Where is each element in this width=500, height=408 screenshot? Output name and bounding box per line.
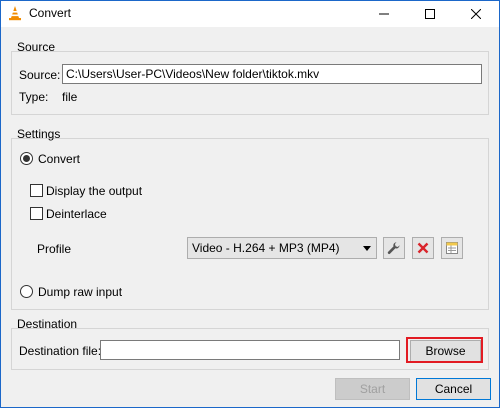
chevron-down-icon <box>363 246 371 251</box>
convert-dialog: Convert Source Source: C:\Users\User-PC\… <box>0 0 500 408</box>
edit-profile-button[interactable] <box>383 237 405 259</box>
destination-file-label: Destination file: <box>19 344 102 358</box>
title-bar[interactable]: Convert <box>1 1 499 27</box>
destination-group-title: Destination <box>17 317 78 331</box>
source-label: Source: <box>19 68 61 82</box>
source-group-title: Source <box>17 40 56 54</box>
destination-file-field[interactable] <box>100 340 400 360</box>
delete-profile-button[interactable] <box>412 237 434 259</box>
window-title: Convert <box>29 6 72 20</box>
convert-radio-label[interactable]: Convert <box>38 152 80 166</box>
start-button-label: Start <box>359 382 386 396</box>
settings-group-title: Settings <box>17 127 61 141</box>
new-profile-icon <box>446 242 458 254</box>
wrench-icon <box>387 242 400 254</box>
minimize-icon <box>379 13 389 15</box>
deinterlace-checkbox[interactable] <box>30 207 43 220</box>
display-output-checkbox[interactable] <box>30 184 43 197</box>
profile-label: Profile <box>37 242 72 256</box>
maximize-button[interactable] <box>407 1 453 27</box>
cancel-button[interactable]: Cancel <box>416 378 491 400</box>
browse-highlight-box <box>406 337 483 363</box>
profile-selected-value: Video - H.264 + MP3 (MP4) <box>192 241 340 255</box>
dump-raw-radio[interactable] <box>20 285 33 298</box>
type-value: file <box>62 90 78 104</box>
convert-radio[interactable] <box>20 152 33 165</box>
type-label: Type: <box>19 90 49 104</box>
new-profile-button[interactable] <box>441 237 463 259</box>
close-icon <box>471 9 481 19</box>
source-path-field[interactable]: C:\Users\User-PC\Videos\New folder\tikto… <box>62 64 482 84</box>
minimize-button[interactable] <box>361 1 407 27</box>
profile-dropdown[interactable]: Video - H.264 + MP3 (MP4) <box>187 237 377 259</box>
cancel-button-label: Cancel <box>434 382 473 396</box>
display-output-label[interactable]: Display the output <box>46 184 142 198</box>
maximize-icon <box>425 9 435 19</box>
start-button[interactable]: Start <box>335 378 410 400</box>
vlc-cone-icon <box>9 6 21 21</box>
deinterlace-label[interactable]: Deinterlace <box>46 207 107 221</box>
dump-raw-label[interactable]: Dump raw input <box>38 285 122 299</box>
close-button[interactable] <box>453 1 499 27</box>
delete-x-icon <box>417 242 429 254</box>
